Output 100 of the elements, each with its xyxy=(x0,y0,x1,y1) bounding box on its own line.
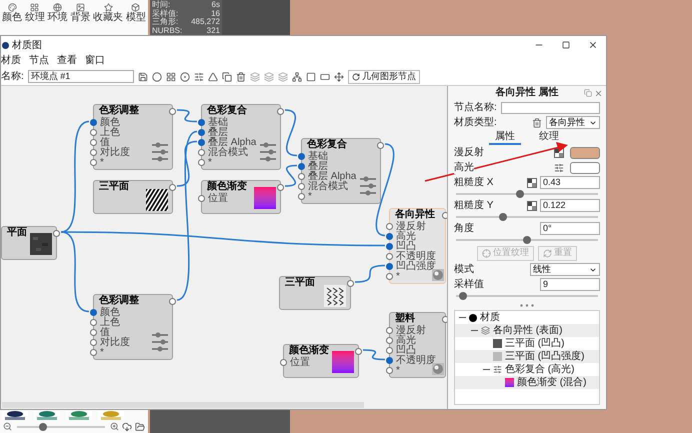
library-tab[interactable]: 环境 xyxy=(48,3,68,24)
menu-item[interactable]: 材质 xyxy=(1,55,21,67)
input-port[interactable] xyxy=(386,327,393,334)
layers-icon[interactable] xyxy=(264,72,274,82)
input-port[interactable] xyxy=(386,243,393,250)
graph-node[interactable]: 三平面 xyxy=(93,180,173,214)
cloud-download-icon[interactable] xyxy=(122,422,132,432)
input-port[interactable] xyxy=(90,339,97,346)
output-port[interactable] xyxy=(377,142,384,149)
graph-node[interactable]: 色彩复合 基础 叠层 叠层 Alpha 混合模式 * xyxy=(201,104,281,170)
output-port[interactable] xyxy=(355,348,362,355)
maximize-icon[interactable] xyxy=(562,41,570,49)
input-port[interactable] xyxy=(386,367,393,374)
input-port[interactable] xyxy=(90,329,97,336)
material-type-select[interactable]: 各向异性 xyxy=(546,116,600,129)
grid-icon[interactable] xyxy=(166,72,176,82)
float-icon[interactable] xyxy=(584,89,592,97)
input-port[interactable] xyxy=(90,139,97,146)
texture-map-icon[interactable] xyxy=(527,200,537,210)
input-port[interactable] xyxy=(90,309,97,316)
output-port[interactable] xyxy=(277,184,284,191)
slider-thumb[interactable] xyxy=(523,236,531,244)
input-port[interactable] xyxy=(90,159,97,166)
node-name-field[interactable] xyxy=(500,102,600,114)
input-port[interactable] xyxy=(298,183,305,190)
square-icon[interactable] xyxy=(306,72,316,82)
slider-thumb[interactable] xyxy=(498,213,507,221)
menu-item[interactable]: 窗口 xyxy=(85,55,105,67)
input-port[interactable] xyxy=(90,319,97,326)
input-port[interactable] xyxy=(90,349,97,356)
copy-icon[interactable] xyxy=(222,72,232,82)
folder-icon[interactable] xyxy=(135,422,145,432)
input-port[interactable] xyxy=(198,139,205,146)
library-tab[interactable]: 纹理 xyxy=(24,3,45,24)
value-field[interactable]: 0.43 xyxy=(540,176,600,189)
rectangle-icon[interactable] xyxy=(320,72,330,82)
save-icon[interactable] xyxy=(138,72,148,82)
collapse-icon[interactable] xyxy=(483,366,490,373)
input-port[interactable] xyxy=(386,263,393,270)
output-port[interactable] xyxy=(169,108,176,115)
value-field[interactable]: 0.122 xyxy=(540,199,600,212)
mode-select[interactable]: 线性 xyxy=(530,263,600,276)
input-port[interactable] xyxy=(90,129,97,136)
layers-icon[interactable] xyxy=(250,72,260,82)
trash-icon[interactable] xyxy=(532,118,542,128)
output-port[interactable] xyxy=(277,108,284,115)
input-port[interactable] xyxy=(198,149,205,156)
texture-map-icon[interactable] xyxy=(527,178,537,188)
color-swatch[interactable] xyxy=(570,162,600,174)
slider-thumb[interactable] xyxy=(459,292,468,300)
input-port[interactable] xyxy=(198,119,205,126)
input-port[interactable] xyxy=(386,337,393,344)
graph-node[interactable]: 色彩调整 颜色 上色 值 对比度 * xyxy=(93,294,173,360)
collapse-icon[interactable] xyxy=(459,314,466,321)
grip-icon[interactable] xyxy=(520,304,534,306)
triangle-icon[interactable] xyxy=(208,72,218,82)
value-field[interactable]: 0° xyxy=(540,222,600,235)
output-port[interactable] xyxy=(53,230,60,237)
close-icon[interactable] xyxy=(588,40,598,50)
zoom-out-icon[interactable] xyxy=(3,422,12,431)
sliders-icon[interactable] xyxy=(554,162,564,172)
move-icon[interactable] xyxy=(334,72,344,82)
tree-item[interactable]: 三平面 (凹凸强度) xyxy=(455,350,599,363)
collapse-icon[interactable] xyxy=(471,327,478,334)
sphere-icon[interactable] xyxy=(152,72,162,82)
input-port[interactable] xyxy=(386,347,393,354)
input-port[interactable] xyxy=(386,223,393,230)
graph-node[interactable]: 三平面 xyxy=(279,276,351,310)
hierarchy-icon[interactable] xyxy=(292,72,302,82)
graph-node[interactable]: 平面 xyxy=(1,226,57,260)
menu-item[interactable]: 查看 xyxy=(57,55,77,67)
output-port[interactable] xyxy=(347,280,354,287)
panel-tab[interactable]: 纹理 xyxy=(533,130,565,145)
library-tab[interactable]: 背景 xyxy=(70,3,90,24)
input-port[interactable] xyxy=(198,159,205,166)
graph-node[interactable]: 颜色渐变 位置 xyxy=(283,344,359,378)
input-port[interactable] xyxy=(298,163,305,170)
layers-icon[interactable] xyxy=(278,72,288,82)
input-port[interactable] xyxy=(386,253,393,260)
input-port[interactable] xyxy=(90,149,97,156)
graph-node[interactable]: 色彩调整 颜色 上色 值 对比度 * xyxy=(93,104,173,170)
input-port[interactable] xyxy=(386,233,393,240)
output-port[interactable] xyxy=(169,184,176,191)
tree-item[interactable]: 颜色渐变 (混合) xyxy=(455,376,599,389)
sliders-icon[interactable] xyxy=(194,72,204,82)
input-port[interactable] xyxy=(90,119,97,126)
graph-node[interactable]: 色彩复合 基础 叠层 叠层 Alpha 混合模式 * xyxy=(301,138,381,204)
target-icon[interactable] xyxy=(180,72,190,82)
input-port[interactable] xyxy=(298,153,305,160)
trash-icon[interactable] xyxy=(236,72,246,82)
input-port[interactable] xyxy=(198,129,205,136)
input-port[interactable] xyxy=(386,273,393,280)
input-port[interactable] xyxy=(198,195,205,202)
library-tab[interactable]: 颜色 xyxy=(2,3,22,24)
zoom-in-icon[interactable] xyxy=(110,422,119,431)
input-port[interactable] xyxy=(298,173,305,180)
scrollbar[interactable] xyxy=(2,402,364,408)
library-tab[interactable]: 模型 xyxy=(126,3,146,24)
input-port[interactable] xyxy=(280,359,287,366)
geometry-node-button[interactable]: 几何图形节点 xyxy=(348,70,420,84)
